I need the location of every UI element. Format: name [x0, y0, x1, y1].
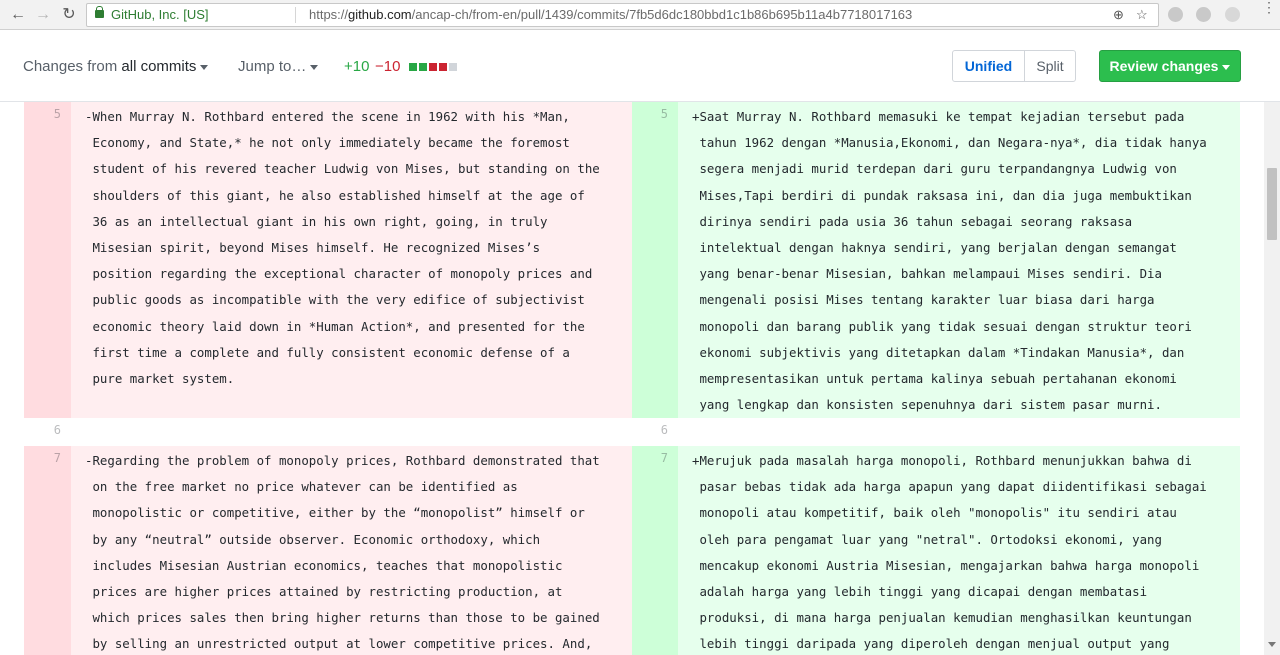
extension-icon[interactable] [1225, 7, 1240, 22]
diff-context-row: 66 [24, 418, 1240, 446]
code-line: includes Misesian Austrian economics, te… [85, 557, 563, 573]
code-line: on the free market no price whatever can… [85, 479, 518, 495]
url-scheme: https:// [309, 7, 349, 22]
code-line: first time a complete and fully consiste… [85, 344, 570, 360]
jump-to-label: Jump to… [238, 58, 307, 75]
url-path: /ancap-ch/from-en/pull/1439/commits/7fb5… [411, 7, 913, 22]
left-line-number[interactable]: 7 [24, 446, 71, 655]
code-line: segera menjadi murid terdepan dari guru … [692, 161, 1177, 177]
diffstat-block [439, 63, 447, 71]
caret-down-icon [1222, 64, 1231, 70]
code-line: yang lengkap dan konsisten sepenuhnya da… [692, 397, 1162, 413]
code-line: student of his revered teacher Ludwig vo… [85, 161, 600, 177]
diff-view-toggle: Unified Split [952, 50, 1076, 82]
scrollbar-thumb[interactable] [1267, 168, 1277, 240]
right-code-cell: +Merujuk pada masalah harga monopoli, Ro… [678, 446, 1240, 655]
left-line-number[interactable]: 6 [24, 418, 71, 446]
code-line: oleh para pengamat luar yang "netral". O… [692, 531, 1162, 547]
code-line: Mises,Tapi berdiri di pundak raksasa ini… [692, 187, 1192, 203]
diffstat-block [429, 63, 437, 71]
reload-icon[interactable]: ↻ [59, 5, 79, 25]
right-code-cell [678, 418, 1240, 446]
code-line: intelektual dengan haknya sendiri, yang … [692, 239, 1177, 255]
left-code-cell [71, 418, 632, 446]
code-line: which prices sales then bring higher ret… [85, 610, 600, 626]
review-changes-label: Review changes [1109, 58, 1219, 74]
code-line: pure market system. [85, 370, 235, 386]
diffstat-block [409, 63, 417, 71]
code-line: Misesian spirit, beyond Mises himself. H… [85, 239, 541, 255]
zoom-icon[interactable]: ⊕ [1113, 7, 1124, 23]
lock-icon [95, 6, 104, 18]
code-line: pasar bebas tidak ada harga apapun yang … [692, 479, 1207, 495]
code-line: mempresentasikan untuk pertama kalinya s… [692, 370, 1177, 386]
code-line: 36 as an intellectual giant in his own r… [85, 213, 548, 229]
code-line: economic theory laid down in *Human Acti… [85, 318, 585, 334]
bookmark-star-icon[interactable]: ☆ [1136, 7, 1148, 23]
code-line: yang benar-benar Misesian, bahkan melamp… [692, 266, 1162, 282]
right-line-number[interactable]: 5 [632, 102, 678, 418]
additions-count: +10 [344, 58, 370, 75]
left-code-cell: -Regarding the problem of monopoly price… [71, 446, 632, 655]
split-diff-table: 5 -When Murray N. Rothbard entered the sc… [0, 102, 1264, 655]
url-host: github.com [348, 7, 412, 22]
jump-to-dropdown[interactable]: Jump to… [238, 58, 319, 75]
secure-site-label: GitHub, Inc. [US] [111, 7, 209, 22]
code-line: by selling an unrestricted output at low… [85, 636, 593, 652]
code-line: prices are higher prices attained by res… [85, 583, 563, 599]
pr-files-toolbar: Changes from all commits Jump to… +10 −1… [0, 30, 1280, 102]
diffstat-block [449, 63, 457, 71]
code-line: monopoli atau kompetitif, baik oleh "mon… [692, 505, 1177, 521]
code-line: mengenali posisi Mises tentang karakter … [692, 292, 1155, 308]
left-line-number[interactable]: 5 [24, 102, 71, 418]
code-line: public goods as incompatible with the ve… [85, 292, 585, 308]
caret-down-icon [310, 64, 319, 70]
extension-icon[interactable] [1196, 7, 1211, 22]
menu-icon[interactable]: ⋮ [1262, 0, 1276, 14]
right-line-number[interactable]: 7 [632, 446, 678, 655]
left-code-cell: -When Murray N. Rothbard entered the sce… [71, 102, 632, 418]
url-text[interactable]: https://github.com/ancap-ch/from-en/pull… [309, 7, 912, 22]
code-line: lebih tinggi daripada yang diperoleh den… [692, 636, 1170, 652]
code-line: produksi, di mana harga penjualan kemudi… [692, 610, 1192, 626]
changes-from-dropdown[interactable]: Changes from all commits [23, 58, 209, 75]
right-line-number[interactable]: 6 [632, 418, 678, 446]
code-line: tahun 1962 dengan *Manusia,Ekonomi, dan … [692, 135, 1207, 151]
scroll-down-arrow-icon[interactable] [1268, 642, 1276, 647]
diff-change-row: 5 -When Murray N. Rothbard entered the sc… [24, 102, 1240, 418]
address-separator [295, 7, 296, 23]
code-line: monopoli dan barang publik yang tidak se… [692, 318, 1192, 334]
code-line: +Saat Murray N. Rothbard memasuki ke tem… [692, 109, 1185, 124]
split-view-button[interactable]: Split [1025, 51, 1075, 81]
code-line: -When Murray N. Rothbard entered the sce… [85, 109, 570, 124]
vertical-scrollbar[interactable] [1264, 102, 1280, 655]
address-bar[interactable]: GitHub, Inc. [US] https://github.com/anc… [86, 3, 1159, 27]
code-line: mencakup ekonomi Austria Misesian, menga… [692, 557, 1200, 573]
code-line: -Regarding the problem of monopoly price… [85, 453, 600, 468]
changes-from-value: all commits [121, 58, 197, 75]
code-line: Economy, and State,* he not only immedia… [85, 135, 570, 151]
code-line: +Merujuk pada masalah harga monopoli, Ro… [692, 453, 1192, 468]
code-line: shoulders of this giant, he also establi… [85, 187, 585, 203]
unified-view-button[interactable]: Unified [953, 51, 1025, 81]
back-icon[interactable]: ← [8, 5, 28, 25]
forward-icon[interactable]: → [33, 5, 53, 25]
code-line: ekonomi subjektivis yang ditetapkan dala… [692, 344, 1185, 360]
extension-icon[interactable] [1168, 7, 1183, 22]
diffstat-block [419, 63, 427, 71]
diff-change-row: 7 -Regarding the problem of monopoly pric… [24, 446, 1240, 655]
deletions-count: −10 [375, 58, 401, 75]
browser-toolbar: ← → ↻ GitHub, Inc. [US] https://github.c… [0, 0, 1280, 30]
code-line: by any “neutral” outside observer. Econo… [85, 531, 541, 547]
changes-from-prefix: Changes from [23, 58, 118, 75]
right-code-cell: +Saat Murray N. Rothbard memasuki ke tem… [678, 102, 1240, 418]
code-line: position regarding the exceptional chara… [85, 266, 593, 282]
code-line: monopolistic or competitive, either by t… [85, 505, 585, 521]
code-line: adalah harga yang lebih tinggi yang dica… [692, 583, 1148, 599]
code-line: dirinya sendiri pada usia 36 tahun sebag… [692, 213, 1133, 229]
review-changes-button[interactable]: Review changes [1099, 50, 1241, 82]
caret-down-icon [200, 64, 209, 70]
